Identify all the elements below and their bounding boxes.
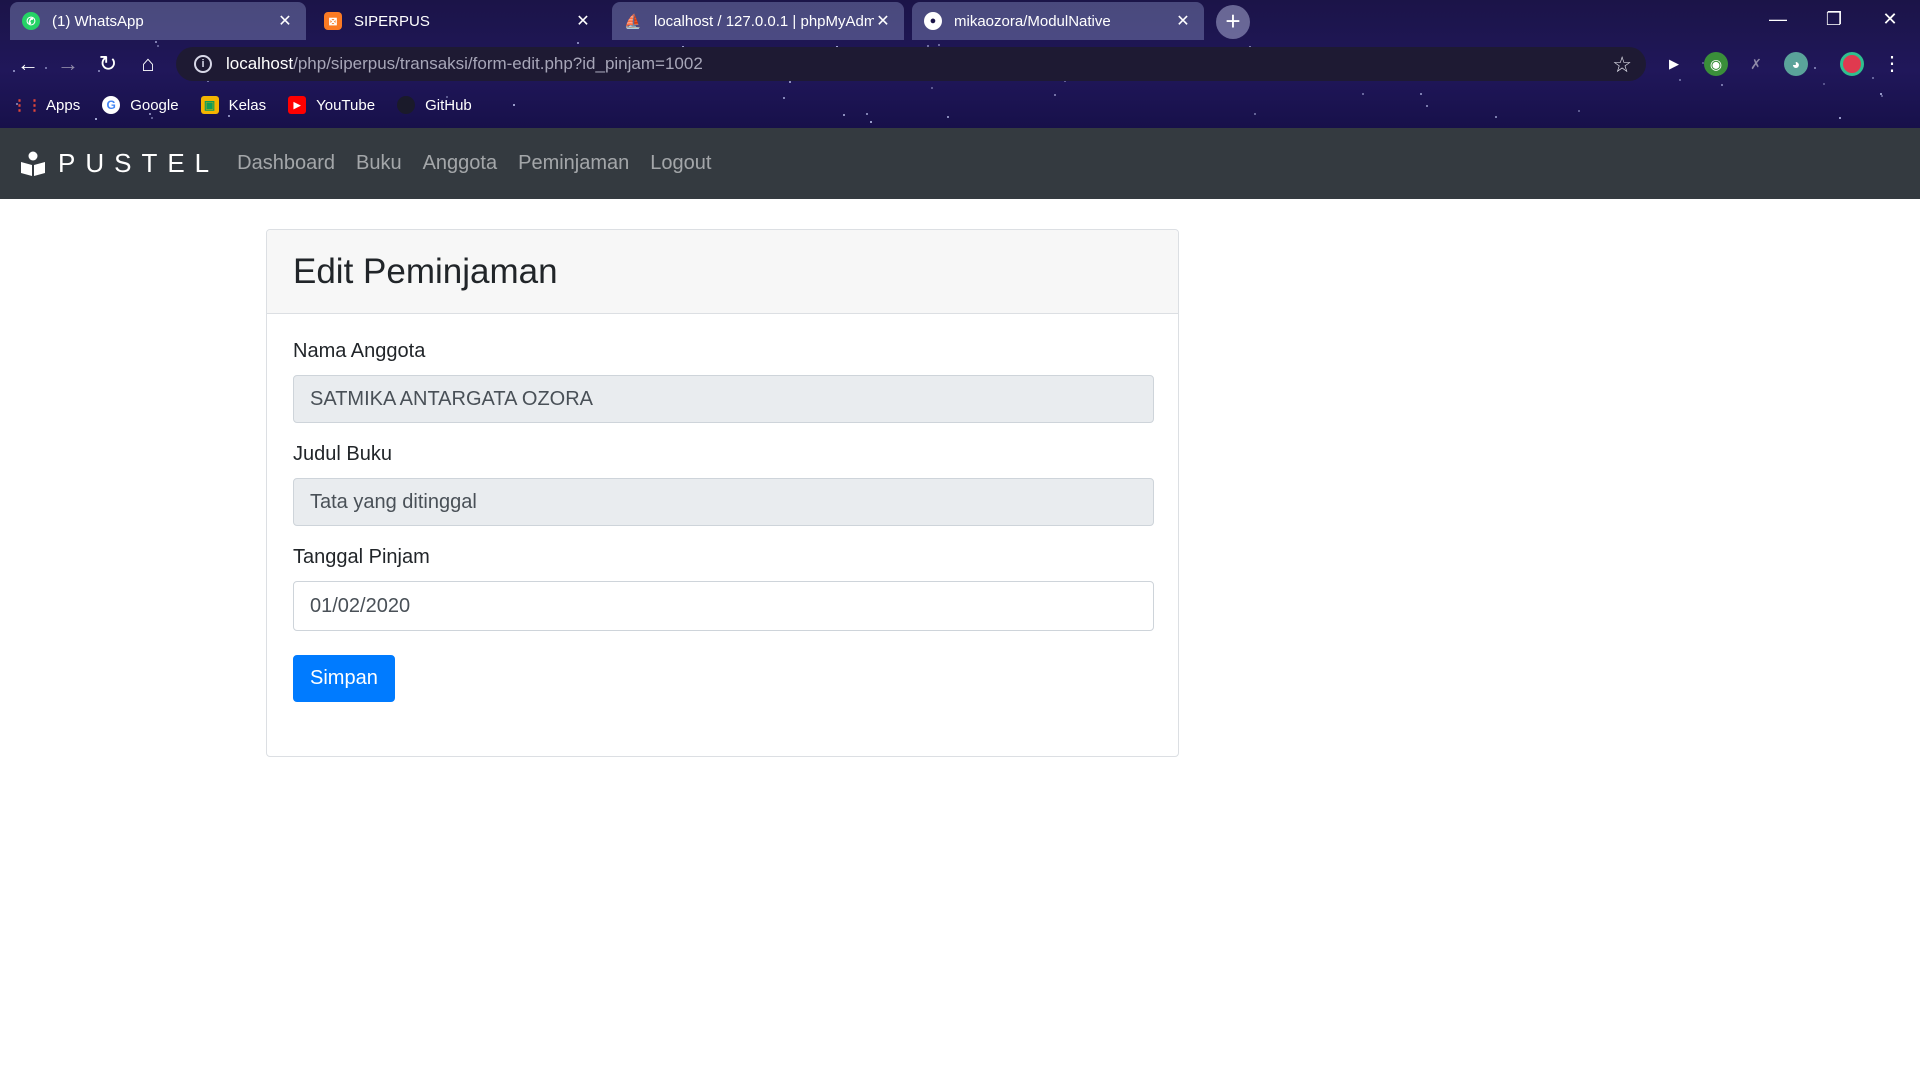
loan-date-group: Tanggal Pinjam	[293, 546, 1154, 631]
nav-link-buku[interactable]: Buku	[356, 152, 402, 175]
close-tab-icon[interactable]: ✕	[574, 11, 592, 31]
github-icon	[397, 96, 416, 114]
member-name-label: Nama Anggota	[293, 340, 426, 362]
tab-title: (1) WhatsApp	[52, 12, 144, 30]
tab-title: mikaozora/ModulNative	[954, 12, 1111, 30]
tab-title: SIPERPUS	[354, 12, 430, 30]
xampp-icon: ⊠	[324, 12, 342, 30]
brand-text: PUSTEL	[58, 148, 220, 178]
star-dot	[155, 41, 157, 43]
bookmark-label: GitHub	[425, 96, 472, 114]
classroom-icon: ▣	[200, 96, 219, 114]
loan-date-field[interactable]	[293, 581, 1154, 631]
address-bar[interactable]: i localhost/php/siperpus/transaksi/form-…	[176, 47, 1646, 81]
tab-whatsapp[interactable]: ✆ (1) WhatsApp ✕	[10, 2, 306, 40]
card-header: Edit Peminjaman	[267, 230, 1178, 314]
minimize-button[interactable]: —	[1750, 0, 1806, 38]
nav-link-dashboard[interactable]: Dashboard	[237, 152, 335, 175]
url-path: /php/siperpus/transaksi/form-edit.php?id…	[293, 54, 703, 73]
whatsapp-icon: ✆	[22, 12, 40, 30]
star-dot	[1721, 84, 1723, 86]
edit-loan-card: Edit Peminjaman Nama Anggota Judul Buku …	[266, 229, 1179, 757]
bookmark-apps[interactable]: ⋮⋮ Apps	[12, 96, 81, 115]
reload-icon[interactable]: ↻	[92, 48, 124, 80]
member-name-group: Nama Anggota	[293, 340, 1154, 423]
card-body: Nama Anggota Judul Buku Tanggal Pinjam S…	[267, 314, 1178, 702]
new-tab-button[interactable]: +	[1216, 5, 1250, 39]
apps-grid-icon: ⋮⋮	[12, 97, 42, 114]
bookmark-youtube[interactable]: ▶ YouTube	[288, 96, 375, 114]
nav-link-anggota[interactable]: Anggota	[423, 152, 498, 175]
youtube-icon: ▶	[288, 96, 307, 114]
bookmarks-bar: ⋮⋮ Apps G Google ▣ Kelas ▶ YouTube GitHu…	[0, 88, 1920, 122]
bookmark-label: Kelas	[228, 96, 267, 114]
bookmark-label: YouTube	[316, 96, 376, 114]
save-button[interactable]: Simpan	[293, 655, 395, 702]
menu-kebab-icon[interactable]: ⋮	[1880, 52, 1904, 76]
brand-link[interactable]: PUSTEL	[20, 148, 219, 179]
restore-button[interactable]: ❐	[1806, 0, 1862, 38]
extension-globe-icon[interactable]: ◉	[1704, 52, 1728, 76]
tab-title: localhost / 127.0.0.1 | phpMyAdmin	[654, 12, 874, 30]
bookmark-github[interactable]: GitHub	[397, 96, 472, 114]
tab-github[interactable]: ● mikaozora/ModulNative ✕	[912, 2, 1204, 40]
loan-date-label: Tanggal Pinjam	[293, 546, 430, 568]
github-icon: ●	[924, 12, 942, 30]
extension-x-icon[interactable]: ✗	[1744, 52, 1768, 76]
address-url: localhost/php/siperpus/transaksi/form-ed…	[226, 54, 703, 74]
google-icon: G	[102, 96, 121, 114]
bookmark-google[interactable]: G Google	[102, 96, 179, 114]
bookmark-label: Google	[130, 96, 179, 114]
nav-link-logout[interactable]: Logout	[650, 152, 711, 175]
home-icon[interactable]: ⌂	[132, 48, 164, 80]
cast-icon[interactable]: ▶	[1662, 52, 1686, 76]
tab-phpmyadmin[interactable]: ⛵ localhost / 127.0.0.1 | phpMyAdmin ✕	[612, 2, 904, 40]
close-tab-icon[interactable]: ✕	[874, 11, 892, 31]
close-window-button[interactable]: ✕	[1862, 0, 1918, 38]
browser-chrome: ✆ (1) WhatsApp ✕ ⊠ SIPERPUS ✕ ⛵ localhos…	[0, 0, 1920, 128]
bookmark-star-icon[interactable]: ☆	[1612, 52, 1632, 78]
close-tab-icon[interactable]: ✕	[276, 11, 294, 31]
member-name-field[interactable]	[293, 375, 1154, 423]
tab-strip: ✆ (1) WhatsApp ✕ ⊠ SIPERPUS ✕ ⛵ localhos…	[0, 0, 1920, 40]
tab-siperpus[interactable]: ⊠ SIPERPUS ✕	[312, 2, 604, 40]
book-title-group: Judul Buku	[293, 443, 1154, 526]
site-info-icon[interactable]: i	[194, 55, 212, 73]
profile-avatar-icon[interactable]	[1840, 52, 1864, 76]
nav-link-peminjaman[interactable]: Peminjaman	[518, 152, 629, 175]
back-arrow-icon[interactable]: ←	[12, 48, 44, 80]
url-host: localhost	[226, 54, 294, 73]
bookmark-label: Apps	[46, 96, 81, 114]
close-tab-icon[interactable]: ✕	[1174, 11, 1192, 31]
bookmark-kelas[interactable]: ▣ Kelas	[200, 96, 267, 114]
browser-toolbar: ← → ↻ ⌂ i localhost/php/siperpus/transak…	[0, 44, 1920, 84]
extension-cat-icon[interactable]: ◕	[1784, 52, 1808, 76]
book-title-label: Judul Buku	[293, 443, 392, 465]
phpmyadmin-icon: ⛵	[624, 12, 642, 29]
forward-arrow-icon[interactable]: →	[52, 48, 84, 80]
page-title: Edit Peminjaman	[293, 251, 558, 291]
book-reader-icon	[20, 151, 46, 177]
site-navbar: PUSTEL Dashboard Buku Anggota Peminjaman…	[0, 128, 1920, 199]
book-title-field[interactable]	[293, 478, 1154, 526]
